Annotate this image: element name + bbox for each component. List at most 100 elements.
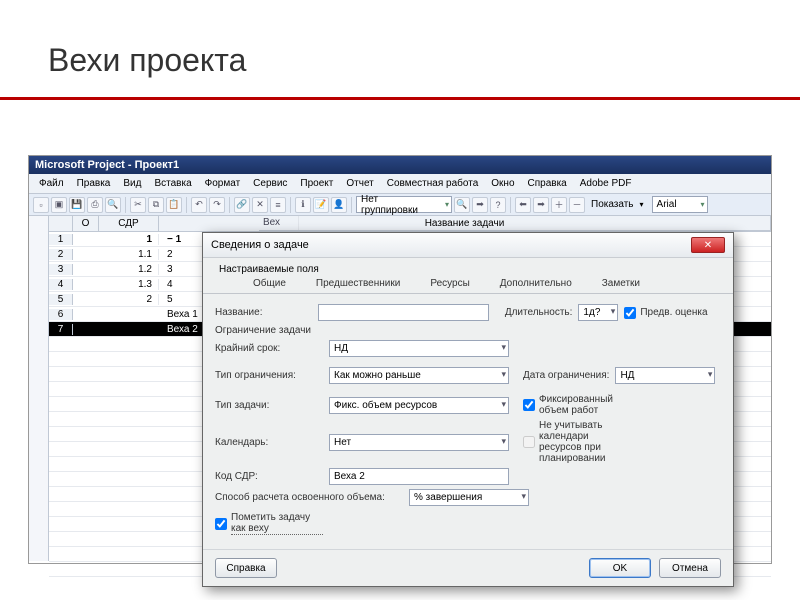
fixed-work-checkbox[interactable]: Фиксированный объем работ — [523, 394, 631, 416]
undo-icon[interactable]: ↶ — [191, 197, 207, 213]
tab-advanced[interactable]: Дополнительно — [500, 278, 572, 289]
goto-icon[interactable]: ➡ — [472, 197, 488, 213]
toolbar-separator — [510, 197, 511, 213]
new-icon[interactable]: ▫ — [33, 197, 49, 213]
row-number: 3 — [49, 264, 73, 275]
menu-view[interactable]: Вид — [117, 176, 147, 191]
menu-project[interactable]: Проект — [294, 176, 339, 191]
split-icon[interactable]: ≡ — [270, 197, 286, 213]
copy-icon[interactable]: ⧉ — [148, 197, 164, 213]
tab-predecessors[interactable]: Предшественники — [316, 278, 400, 289]
wbs-cell[interactable]: 2 — [99, 294, 159, 305]
ignore-cal-check-input — [523, 436, 535, 448]
close-icon[interactable]: ✕ — [691, 237, 725, 253]
menu-file[interactable]: Файл — [33, 176, 70, 191]
menu-collab[interactable]: Совместная работа — [381, 176, 485, 191]
view-bar — [29, 216, 49, 561]
tab-general[interactable]: Общие — [253, 278, 286, 289]
cut-icon[interactable]: ✂ — [130, 197, 146, 213]
toolbar-separator — [229, 197, 230, 213]
ev-method-label: Способ расчета освоенного объема: — [215, 492, 403, 503]
info-icon[interactable]: ℹ — [295, 197, 311, 213]
link-icon[interactable]: 🔗 — [234, 197, 250, 213]
wbs-cell[interactable]: 1.3 — [99, 279, 159, 290]
notes-icon[interactable]: 📝 — [313, 197, 329, 213]
col-wbs: СДР — [99, 216, 159, 231]
dialog-titlebar[interactable]: Сведения о задаче ✕ — [203, 233, 733, 258]
fixed-work-check-input[interactable] — [523, 399, 535, 411]
timeline-segment: Вех — [259, 216, 299, 230]
unlink-icon[interactable]: ✕ — [252, 197, 268, 213]
zoom-in-icon[interactable]: 🔍 — [454, 197, 470, 213]
ok-button[interactable]: OK — [589, 558, 651, 578]
constraint-date-combo[interactable]: НД — [615, 367, 715, 384]
ignore-calendar-checkbox: Не учитывать календари ресурсов при план… — [523, 420, 631, 464]
indent-icon[interactable]: ➡ — [533, 197, 549, 213]
toolbar-separator — [186, 197, 187, 213]
wbs-cell[interactable]: 1.2 — [99, 264, 159, 275]
preview-icon[interactable]: 🔍 — [105, 197, 121, 213]
menubar[interactable]: Файл Правка Вид Вставка Формат Сервис Пр… — [29, 174, 771, 194]
row-number: 2 — [49, 249, 73, 260]
menu-format[interactable]: Формат — [199, 176, 247, 191]
duration-input[interactable]: 1д? — [578, 304, 618, 321]
assign-icon[interactable]: 👤 — [331, 197, 347, 213]
menu-adobe-pdf[interactable]: Adobe PDF — [574, 176, 638, 191]
tab-notes[interactable]: Заметки — [602, 278, 640, 289]
tab-custom-fields[interactable]: Настраиваемые поля — [219, 264, 319, 275]
toolbar-separator — [290, 197, 291, 213]
name-label: Название: — [215, 307, 312, 318]
help-button[interactable]: Справка — [215, 558, 277, 578]
dialog-title: Сведения о задаче — [211, 239, 309, 251]
open-icon[interactable]: ▣ — [51, 197, 67, 213]
name-input[interactable] — [318, 304, 489, 321]
menu-tools[interactable]: Сервис — [247, 176, 293, 191]
menu-help[interactable]: Справка — [522, 176, 573, 191]
menu-report[interactable]: Отчет — [340, 176, 379, 191]
milestone-label: Пометить задачу как веху — [231, 512, 323, 535]
wbs-cell[interactable]: 1.1 — [99, 249, 159, 260]
tab-resources[interactable]: Ресурсы — [430, 278, 469, 289]
prelim-checkbox[interactable]: Предв. оценка — [624, 307, 721, 319]
constraint-section-label: Ограничение задачи — [215, 325, 721, 336]
wbs-code-label: Код СДР: — [215, 471, 323, 482]
menu-insert[interactable]: Вставка — [148, 176, 197, 191]
deadline-combo[interactable]: НД — [329, 340, 509, 357]
help-icon[interactable]: ? — [490, 197, 506, 213]
row-number: 7 — [49, 324, 73, 335]
task-type-label: Тип задачи: — [215, 400, 323, 411]
redo-icon[interactable]: ↷ — [209, 197, 225, 213]
constraint-type-label: Тип ограничения: — [215, 370, 323, 381]
task-type-combo[interactable]: Фикс. объем ресурсов — [329, 397, 509, 414]
toolbar: ▫ ▣ 💾 ⎙ 🔍 ✂ ⧉ 📋 ↶ ↷ 🔗 ✕ ≡ ℹ 📝 👤 Нет груп… — [29, 194, 771, 216]
outdent-icon[interactable]: ⬅ — [515, 197, 531, 213]
save-icon[interactable]: 💾 — [69, 197, 85, 213]
collapse-icon[interactable]: － — [569, 197, 585, 213]
constraint-date-label: Дата ограничения: — [523, 370, 609, 381]
paste-icon[interactable]: 📋 — [166, 197, 182, 213]
timeline-header: Вех — [259, 216, 771, 231]
dialog-button-bar: Справка OK Отмена — [203, 549, 733, 586]
row-number: 1 — [49, 234, 73, 245]
milestone-check-input[interactable] — [215, 518, 227, 530]
font-combo[interactable]: Arial — [652, 196, 708, 213]
duration-label: Длительность: — [505, 307, 573, 318]
cancel-button[interactable]: Отмена — [659, 558, 721, 578]
show-label[interactable]: Показать — [587, 199, 638, 210]
show-dropdown-icon[interactable]: ▾ — [640, 200, 644, 209]
row-number: 4 — [49, 279, 73, 290]
wbs-cell[interactable]: 1 — [99, 234, 159, 245]
expand-icon[interactable]: ＋ — [551, 197, 567, 213]
menu-window[interactable]: Окно — [485, 176, 520, 191]
window-titlebar: Microsoft Project - Проект1 — [29, 156, 771, 174]
menu-edit[interactable]: Правка — [71, 176, 117, 191]
calendar-combo[interactable]: Нет — [329, 434, 509, 451]
print-icon[interactable]: ⎙ — [87, 197, 103, 213]
constraint-type-combo[interactable]: Как можно раньше — [329, 367, 509, 384]
prelim-check-input[interactable] — [624, 307, 636, 319]
milestone-checkbox[interactable]: Пометить задачу как веху — [215, 512, 323, 535]
group-combo[interactable]: Нет группировки — [356, 196, 452, 213]
ev-method-combo[interactable]: % завершения — [409, 489, 529, 506]
dialog-body: Название: Длительность: 1д? Предв. оценк… — [203, 294, 733, 549]
wbs-code-input[interactable] — [329, 468, 509, 485]
